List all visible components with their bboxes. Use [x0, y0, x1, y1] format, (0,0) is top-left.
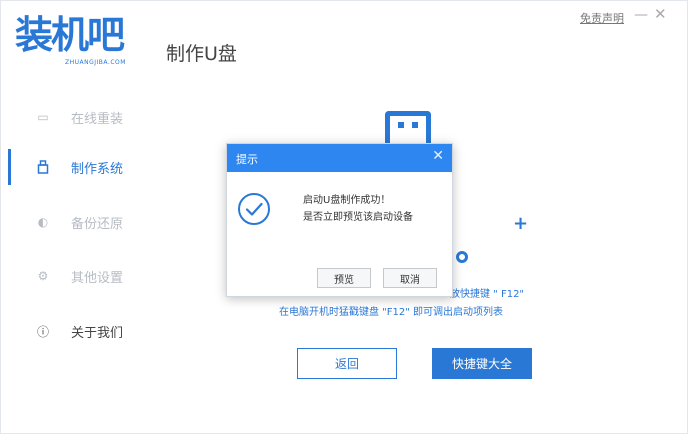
sidebar-item-about-us[interactable]: ⓘ 关于我们 [1, 311, 141, 351]
shortcut-keys-button[interactable]: 快捷键大全 [432, 348, 532, 379]
info-icon: ⓘ [36, 324, 49, 339]
dialog-title: 提示 [236, 153, 258, 166]
dialog-header: 提示 ✕ [227, 144, 452, 172]
dialog-message-line2: 是否立即预览该启动设备 [303, 212, 413, 223]
settings-icon: ⚙ [37, 269, 49, 283]
sidebar-item-other-settings[interactable]: ⚙ 其他设置 [1, 256, 141, 296]
shortcut-hint-line2: 在电脑开机时猛戳键盘 "F12" 即可调出启动项列表 [279, 307, 504, 318]
monitor-icon: ▭ [37, 110, 49, 124]
plus-icon: + [513, 213, 529, 234]
disclaimer-link[interactable]: 免责声明 [580, 10, 624, 26]
sidebar-item-online-reinstall[interactable]: ▭ 在线重装 [1, 97, 141, 137]
app-logo-subtext: ZHUANGJIBA.COM [65, 59, 126, 66]
sidebar-item-label: 在线重装 [71, 111, 124, 127]
page-title: 制作U盘 [166, 43, 237, 65]
minimize-button[interactable]: — [634, 7, 648, 23]
active-indicator [8, 149, 11, 185]
app-logo: 装机吧 [15, 12, 125, 57]
back-button[interactable]: 返回 [297, 348, 397, 379]
close-window-button[interactable]: ✕ [654, 5, 667, 23]
usb-drive-icon [35, 159, 51, 175]
preview-button[interactable]: 预览 [317, 268, 371, 288]
sidebar-item-make-system[interactable]: 制作系统 [1, 147, 141, 187]
sidebar-item-label: 备份还原 [71, 216, 124, 232]
dialog-message-line1: 启动U盘制作成功！ [303, 195, 391, 206]
success-check-icon [238, 193, 270, 225]
app-window: 装机吧 ZHUANGJIBA.COM 制作U盘 免责声明 — ✕ ▭ 在线重装 … [0, 0, 688, 434]
shortcut-hint-line1: 放快捷键 " F12" [450, 289, 525, 300]
backup-icon: ◐ [37, 215, 49, 229]
sidebar-item-label: 制作系统 [71, 161, 124, 177]
dialog-close-icon[interactable]: ✕ [432, 148, 444, 164]
prompt-dialog: 提示 ✕ 启动U盘制作成功！ 是否立即预览该启动设备 预览 取消 [226, 143, 453, 297]
cancel-button[interactable]: 取消 [383, 268, 437, 288]
circle-icon [456, 251, 468, 263]
usb-illustration-icon [385, 111, 431, 147]
sidebar-item-backup-restore[interactable]: ◐ 备份还原 [1, 202, 141, 242]
sidebar-item-label: 其他设置 [71, 270, 124, 286]
sidebar-item-label: 关于我们 [71, 325, 124, 341]
